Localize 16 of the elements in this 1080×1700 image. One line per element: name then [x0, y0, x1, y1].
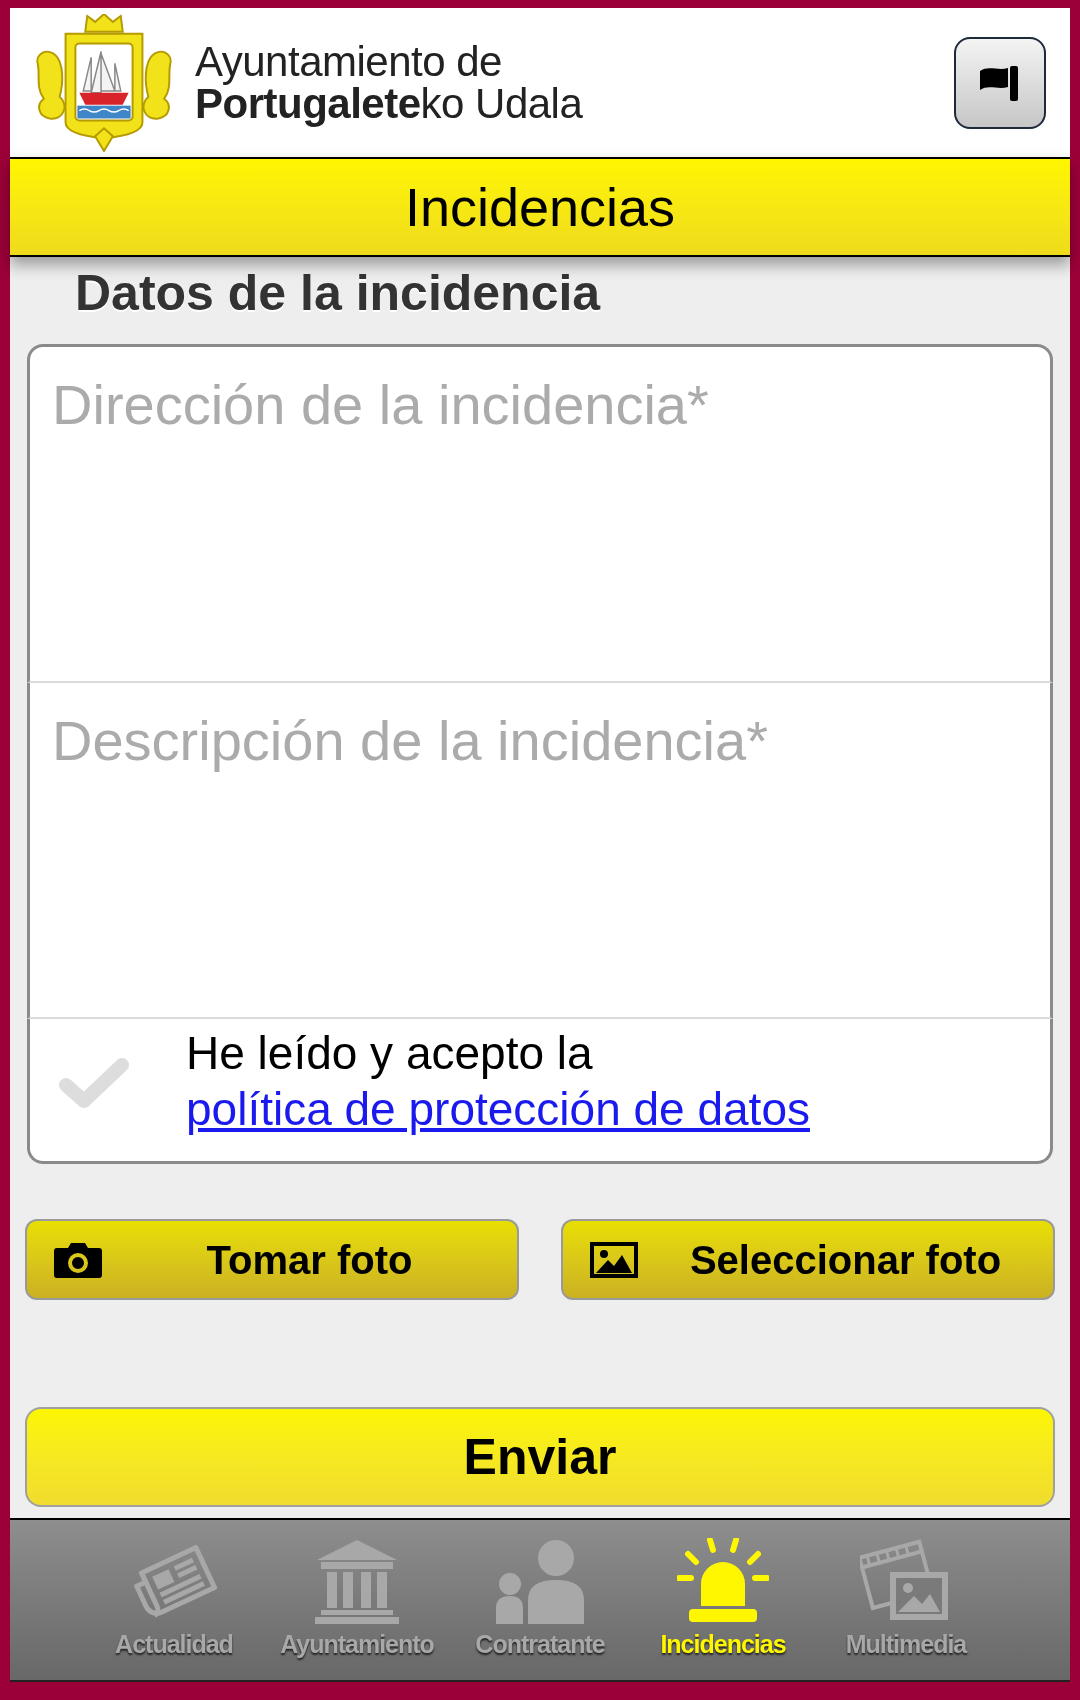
camera-icon — [54, 1241, 102, 1278]
text-field[interactable]: Dirección de la incidencia* — [27, 344, 1053, 683]
send-button[interactable]: Enviar — [25, 1407, 1055, 1507]
privacy-policy-link[interactable]: política de protección de datos — [186, 1083, 810, 1135]
language-button[interactable] — [954, 36, 1046, 129]
take-photo-button[interactable]: Tomar foto — [25, 1219, 519, 1300]
text-field[interactable]: Descripción de la incidencia* — [27, 683, 1053, 1019]
consent-text: He leído y acepto la política de protección de datos — [186, 1026, 811, 1137]
section-heading: Datos de la incidencia — [74, 264, 602, 323]
logo-text: Ayuntamiento de — [195, 40, 503, 83]
page-title: Incidencias — [404, 176, 676, 238]
siren-icon — [677, 1538, 769, 1624]
picture-icon — [590, 1241, 638, 1278]
people-icon — [494, 1538, 586, 1624]
select-photo-button[interactable]: Seleccionar foto — [561, 1219, 1055, 1300]
tab[interactable]: Incidencias — [631, 1520, 815, 1680]
